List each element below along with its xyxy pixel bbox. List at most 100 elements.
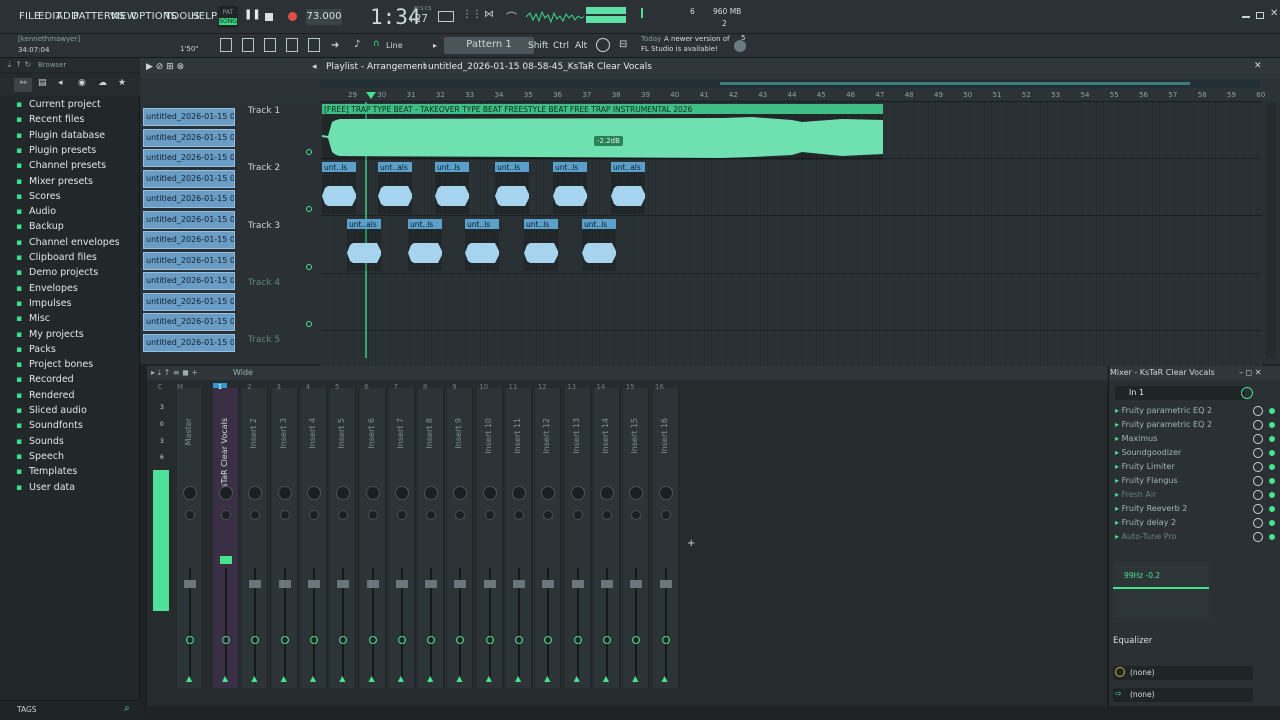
stereo-knob[interactable] bbox=[185, 510, 195, 520]
browser-nav-icon[interactable]: ⇣ ↑ ↻ bbox=[6, 60, 31, 69]
timeline-ruler[interactable]: 29 30 31 32 33 34 35 36 37 38 39 40 41 42 43 44 45 46 47 48… bbox=[320, 90, 1265, 102]
mixer-strip[interactable]: Insert 15 ▲ bbox=[623, 388, 650, 688]
eq-display[interactable]: 99Hz -0.2 bbox=[1113, 562, 1209, 618]
volume-fader-cap[interactable] bbox=[659, 580, 672, 588]
browser-item[interactable]: ▪ Audio bbox=[16, 206, 56, 217]
track-name[interactable]: Track 5 bbox=[248, 335, 318, 345]
send-arrow-icon[interactable]: ▲ bbox=[186, 674, 192, 683]
stop-icon[interactable] bbox=[265, 13, 273, 21]
volume-fader-cap[interactable] bbox=[220, 556, 232, 564]
clip-list-item[interactable]: untitled_2026-01-15 08-... bbox=[143, 108, 235, 126]
audio-clip[interactable]: unt..ls bbox=[465, 219, 499, 271]
mixer-strip[interactable]: Insert 2 ▲ bbox=[242, 388, 269, 688]
fx-input-select[interactable]: In 1 bbox=[1115, 386, 1245, 400]
volume-fader-cap[interactable] bbox=[184, 580, 196, 588]
track-name[interactable]: Track 4 bbox=[248, 278, 318, 288]
fx-slot[interactable]: ▸ Maximus bbox=[1115, 434, 1275, 444]
route-icon[interactable] bbox=[485, 636, 494, 644]
route-icon[interactable] bbox=[427, 636, 436, 644]
wait-icon[interactable]: ⌒ bbox=[506, 9, 517, 25]
track-active-led[interactable] bbox=[306, 320, 312, 327]
typing-keyboard-icon[interactable]: ⋮⋮ bbox=[462, 9, 482, 20]
track-active-led[interactable] bbox=[306, 149, 312, 155]
route-icon[interactable] bbox=[222, 636, 230, 644]
fx-slot-mix-knob[interactable] bbox=[1253, 462, 1263, 472]
stereo-knob[interactable] bbox=[601, 510, 612, 520]
pause-icon[interactable]: ❚❚ bbox=[244, 9, 261, 25]
stereo-knob[interactable] bbox=[484, 510, 495, 520]
fx-slot-enable-led[interactable] bbox=[1269, 464, 1275, 470]
pan-knob[interactable] bbox=[336, 486, 351, 500]
fx-slot[interactable]: ▸ Fresh Air bbox=[1115, 490, 1275, 500]
send-arrow-icon[interactable]: ▲ bbox=[222, 674, 228, 683]
browser-item[interactable]: ▪ Misc bbox=[16, 313, 50, 324]
pan-knob[interactable] bbox=[570, 486, 585, 500]
send-arrow-icon[interactable]: ▲ bbox=[251, 674, 257, 683]
clip-list-item[interactable]: untitled_2026-01-15 08-... bbox=[143, 149, 235, 167]
browser-item[interactable]: ▪ Current project bbox=[16, 99, 101, 110]
clip-list-item[interactable]: untitled_2026-01-15 08-... bbox=[143, 210, 235, 229]
volume-fader-cap[interactable] bbox=[249, 580, 262, 588]
browser-plugin-icon[interactable]: ◉ bbox=[78, 78, 86, 88]
volume-fader-cap[interactable] bbox=[454, 580, 467, 588]
browser-item[interactable]: ▪ Envelopes bbox=[16, 283, 78, 294]
menu-help[interactable]: HELP bbox=[191, 11, 217, 22]
browser-item[interactable]: ▪ Plugin presets bbox=[16, 145, 96, 156]
alt-button[interactable]: Alt bbox=[575, 41, 587, 51]
plugin-picker-icon[interactable] bbox=[308, 38, 320, 52]
news-text2[interactable]: FL Studio is available! bbox=[641, 45, 718, 53]
browser-item[interactable]: ▪ User data bbox=[16, 482, 75, 493]
send-arrow-icon[interactable]: ▲ bbox=[456, 674, 462, 683]
mixer-strip[interactable]: KsTaR Clear Vocals ▲ bbox=[213, 388, 239, 688]
browser-item[interactable]: ▪ Channel presets bbox=[16, 160, 106, 171]
mixer-strip[interactable]: Insert 14 ▲ bbox=[593, 388, 620, 688]
browser-item[interactable]: ▪ Templates bbox=[16, 466, 77, 477]
pan-knob[interactable] bbox=[248, 486, 263, 500]
stereo-knob[interactable] bbox=[338, 510, 349, 520]
track-name[interactable]: Track 2 bbox=[248, 163, 318, 173]
add-track-icon[interactable]: + bbox=[687, 538, 695, 549]
record-icon[interactable] bbox=[288, 12, 297, 21]
stereo-knob[interactable] bbox=[455, 510, 466, 520]
fx-slot-mix-knob[interactable] bbox=[1253, 448, 1263, 458]
pan-knob[interactable] bbox=[219, 486, 233, 500]
mixer-strip[interactable]: Insert 6 ▲ bbox=[359, 388, 386, 688]
ctrl-button[interactable]: Ctrl bbox=[553, 41, 569, 51]
mixer-tools-icon[interactable]: ▸ ⤓ ↑ ≡ ◼ + bbox=[151, 368, 198, 378]
browser-item[interactable]: ▪ Scores bbox=[16, 191, 61, 202]
volume-fader-cap[interactable] bbox=[630, 580, 643, 588]
audio-clip[interactable]: unt..ls bbox=[435, 162, 469, 214]
stereo-knob[interactable] bbox=[279, 510, 290, 520]
fx-slot[interactable]: ▸ Soundgoodizer bbox=[1115, 448, 1275, 458]
pattern-selector[interactable]: Pattern 1 bbox=[444, 37, 534, 54]
browser-cloud-icon[interactable]: ☁ bbox=[98, 78, 107, 88]
browser-item[interactable]: ▪ My projects bbox=[16, 329, 84, 340]
mixer-strip[interactable]: Insert 3 ▲ bbox=[271, 388, 298, 688]
clip-list-item[interactable]: untitled_2026-01-15 08-... bbox=[143, 190, 235, 208]
online-icon[interactable] bbox=[596, 38, 610, 52]
clip-list-item[interactable]: untitled_2026-01-15 08-... bbox=[143, 292, 235, 311]
route-icon[interactable] bbox=[397, 636, 406, 644]
volume-fader-cap[interactable] bbox=[425, 580, 438, 588]
audio-clip[interactable]: unt..ls bbox=[322, 162, 356, 214]
pat-song-toggle[interactable]: PAT SONG bbox=[218, 6, 238, 28]
pan-knob[interactable] bbox=[541, 486, 556, 500]
maximize-icon[interactable] bbox=[1256, 12, 1264, 19]
browser-item[interactable]: ▪ Soundfonts bbox=[16, 420, 83, 431]
fx-slot[interactable]: ▸ Fruity parametric EQ 2 bbox=[1115, 406, 1275, 416]
browser-item[interactable]: ▪ Recorded bbox=[16, 374, 74, 385]
fx-slot-enable-led[interactable] bbox=[1269, 450, 1275, 456]
mixer-strip[interactable]: Insert 4 ▲ bbox=[300, 388, 327, 688]
fx-window-controls-icon[interactable]: – ◻ ✕ bbox=[1239, 368, 1261, 377]
fx-slot-enable-led[interactable] bbox=[1269, 436, 1275, 442]
fx-slot-enable-led[interactable] bbox=[1269, 422, 1275, 428]
mixer-strip[interactable]: Insert 12 ▲ bbox=[535, 388, 562, 688]
route-icon[interactable] bbox=[573, 636, 582, 644]
route-icon[interactable] bbox=[339, 636, 348, 644]
browser-item[interactable]: ▪ Speech bbox=[16, 451, 64, 462]
volume-fader-cap[interactable] bbox=[483, 580, 496, 588]
stereo-knob[interactable] bbox=[221, 510, 231, 520]
pan-knob[interactable] bbox=[183, 486, 197, 500]
stereo-knob[interactable] bbox=[514, 510, 524, 520]
audio-clip[interactable]: unt..als bbox=[347, 219, 381, 271]
